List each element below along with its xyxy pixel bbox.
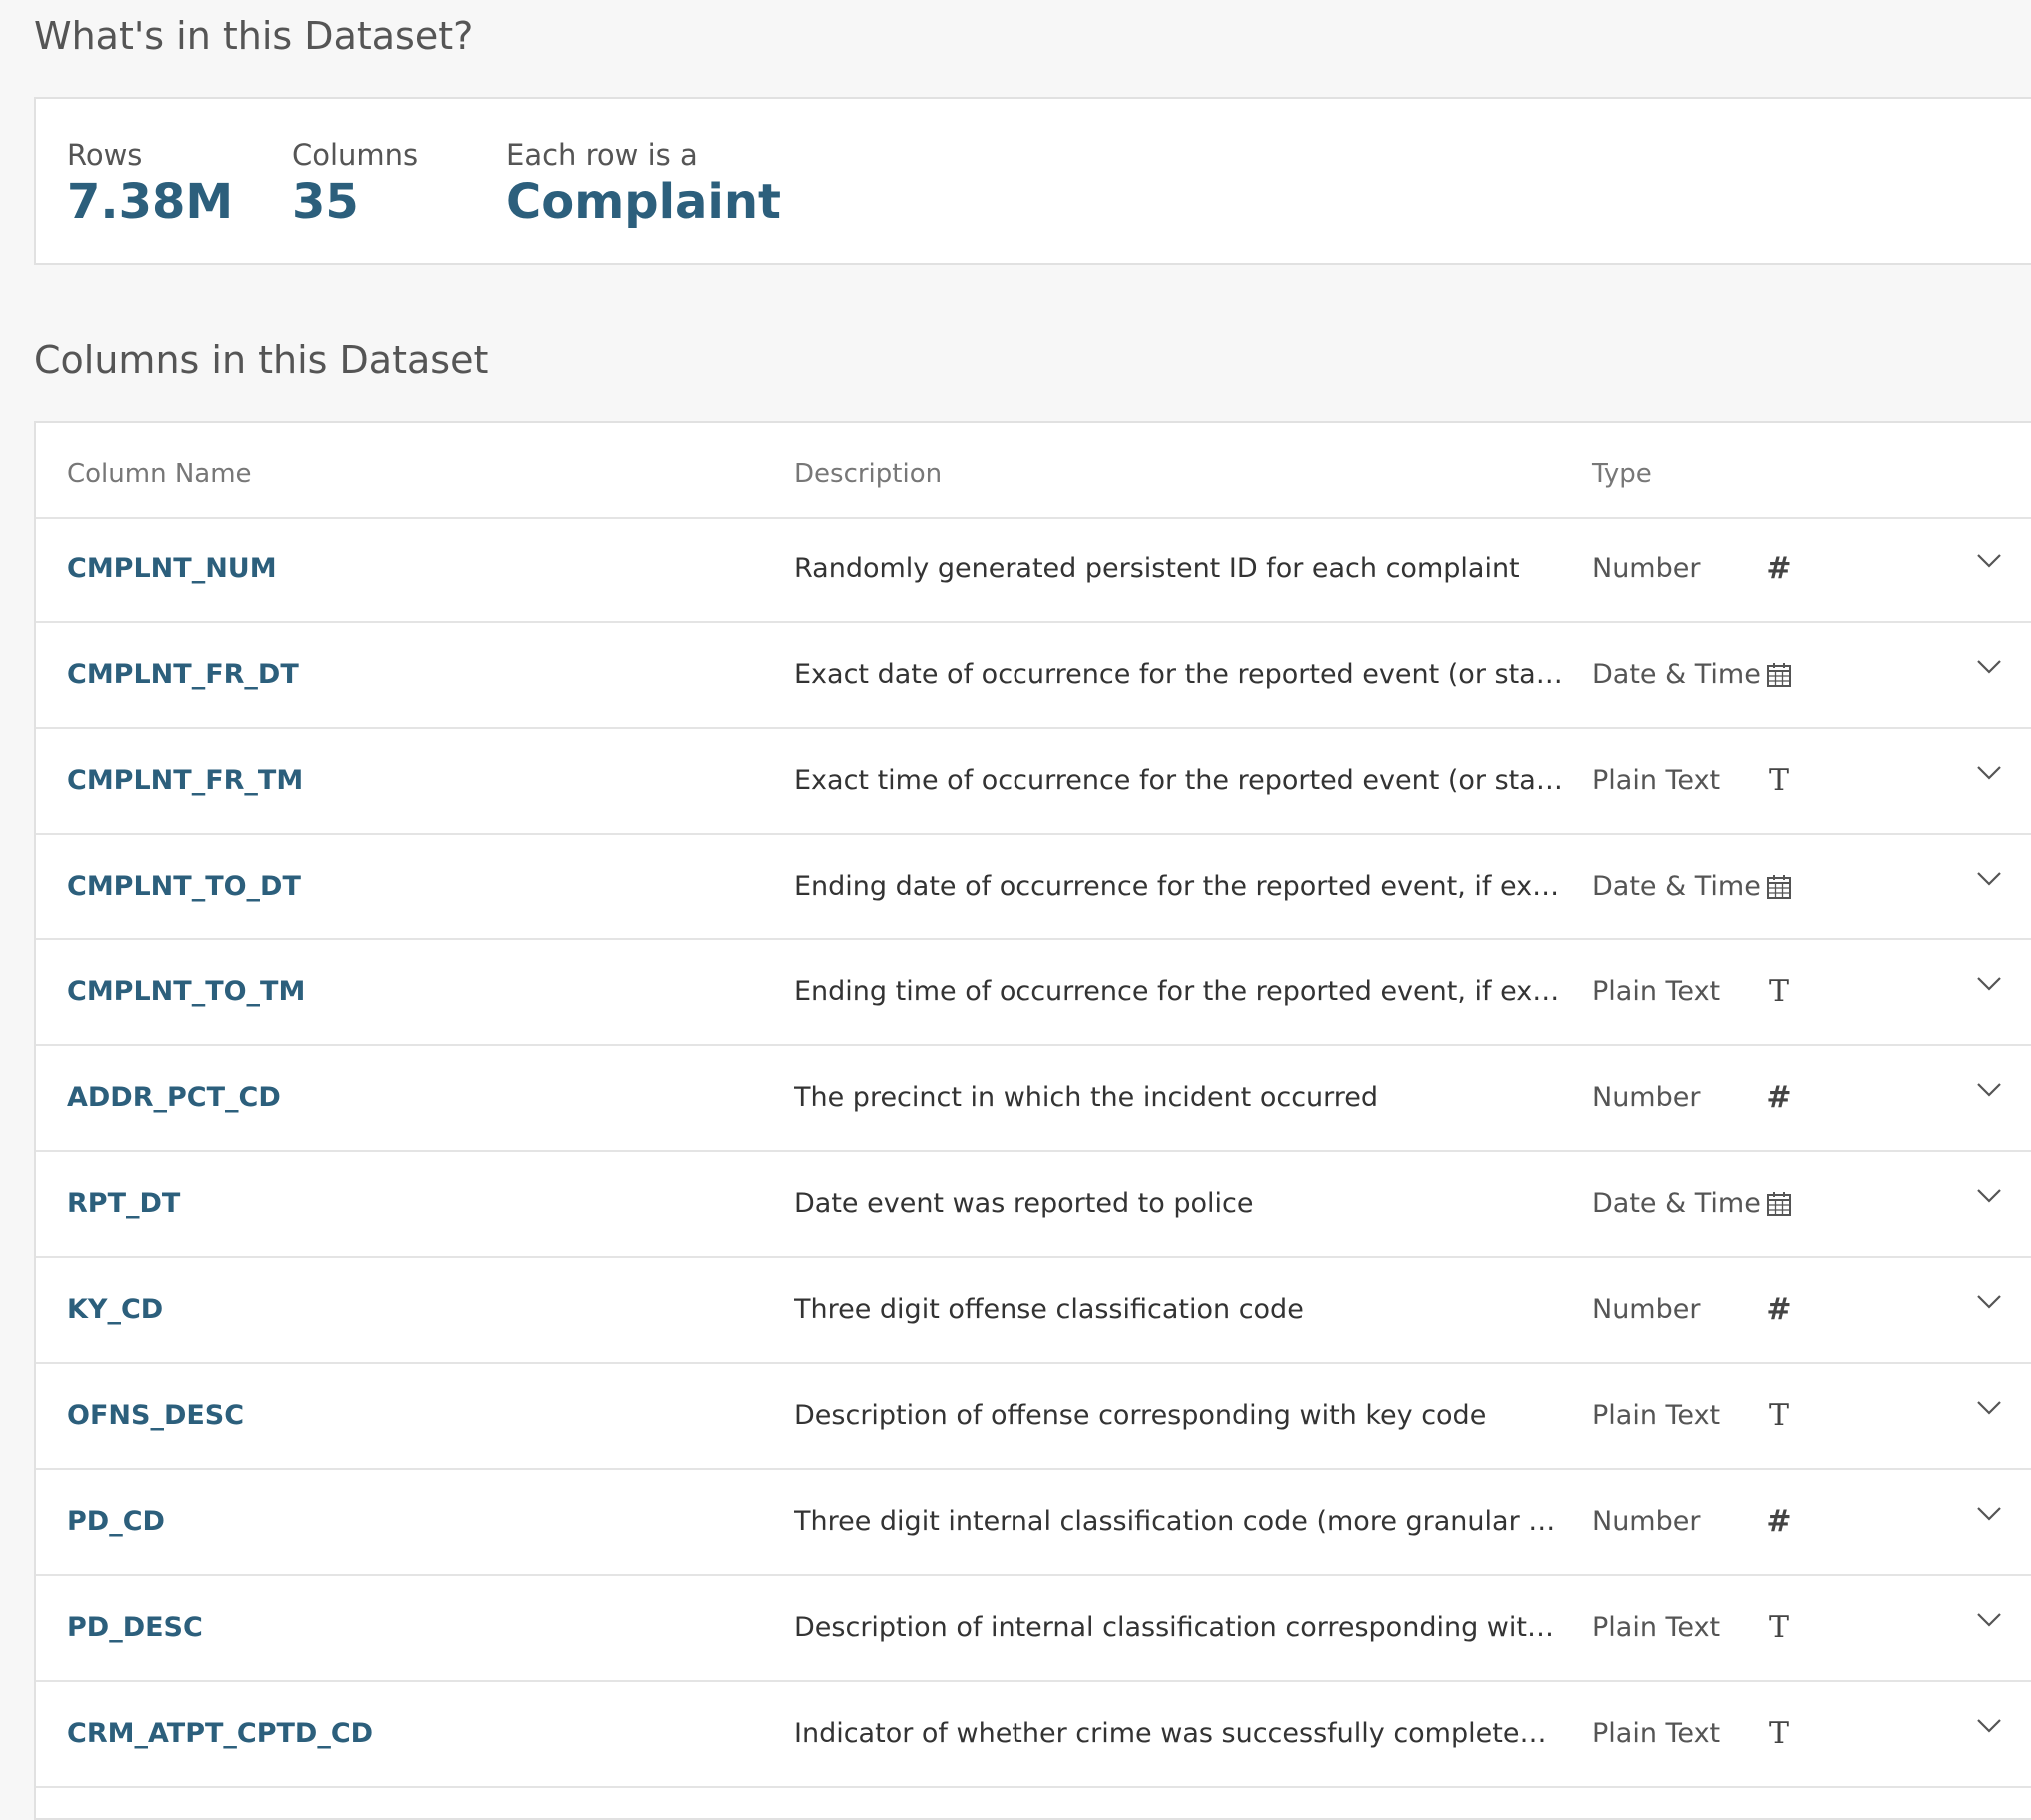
table-row[interactable]: ADDR_PCT_CD The precinct in which the inc… [36,1046,2031,1152]
column-type: Plain Text [1592,1612,1721,1643]
chevron-down-icon[interactable] [1971,649,2007,685]
number-icon: # [1766,1080,1792,1115]
column-description: Date event was reported to police [794,1188,1254,1219]
number-icon: # [1766,1504,1792,1539]
column-description: Ending date of occurrence for the report… [794,871,1563,902]
column-description: Randomly generated persistent ID for eac… [794,553,1520,584]
table-header: Column Name Description Type [36,423,2031,519]
text-icon: T [1768,1398,1789,1433]
dataset-summary-card: Rows 7.38M Columns 35 Each row is a Comp… [34,97,2031,265]
column-name[interactable]: CMPLNT_TO_DT [67,835,747,938]
calendar-icon [1763,659,1795,691]
row-kind-stat: Each row is a Complaint [506,137,781,231]
calendar-icon [1763,871,1795,903]
column-description: Description of internal classification c… [794,1612,1563,1643]
calendar-icon [1763,1188,1795,1220]
columns-section-title: Columns in this Dataset [34,338,489,382]
column-description: Description of offense corresponding wit… [794,1400,1487,1431]
rows-value: 7.38M [67,174,234,230]
table-row[interactable]: CMPLNT_FR_DT Exact date of occurrence for… [36,623,2031,729]
row-kind-label: Each row is a [506,138,698,172]
column-name[interactable]: KY_CD [67,1258,747,1362]
column-name[interactable]: PD_DESC [67,1576,747,1680]
column-type: Number [1592,553,1701,584]
chevron-down-icon[interactable] [1971,543,2007,579]
chevron-down-icon[interactable] [1971,966,2007,1002]
column-name[interactable]: CMPLNT_NUM [67,517,747,621]
table-body: CMPLNT_NUM Randomly generated persistent … [36,517,2031,1788]
number-icon: # [1766,1292,1792,1327]
column-name[interactable]: CRM_ATPT_CPTD_CD [67,1682,747,1786]
number-icon: # [1766,551,1792,586]
column-type: Number [1592,1294,1701,1325]
column-name-header: Column Name [67,459,252,489]
chevron-down-icon[interactable] [1971,1390,2007,1426]
table-row[interactable]: OFNS_DESC Description of offense correspo… [36,1364,2031,1470]
chevron-down-icon[interactable] [1971,1072,2007,1108]
rows-label: Rows [67,138,143,172]
chevron-down-icon[interactable] [1971,1602,2007,1638]
chevron-down-icon[interactable] [1971,861,2007,897]
column-description: Ending time of occurrence for the report… [794,976,1563,1007]
summary-section-title: What's in this Dataset? [34,14,474,58]
table-row[interactable]: PD_CD Three digit internal classification… [36,1470,2031,1576]
text-icon: T [1768,1610,1789,1645]
text-icon: T [1768,763,1789,798]
columns-table: Column Name Description Type CMPLNT_NUM R… [34,421,2031,1820]
type-header: Type [1592,459,1652,489]
column-name[interactable]: CMPLNT_FR_TM [67,729,747,833]
table-row[interactable]: CMPLNT_TO_TM Ending time of occurrence fo… [36,940,2031,1046]
chevron-down-icon[interactable] [1971,755,2007,791]
column-name[interactable]: CMPLNT_TO_TM [67,940,747,1044]
text-icon: T [1768,1716,1789,1751]
chevron-down-icon[interactable] [1971,1708,2007,1744]
column-description: Three digit internal classification code… [794,1506,1563,1537]
table-row[interactable]: CMPLNT_FR_TM Exact time of occurrence for… [36,729,2031,835]
text-icon: T [1768,974,1789,1009]
column-name[interactable]: RPT_DT [67,1152,747,1256]
column-description: Three digit offense classification code [794,1294,1304,1325]
table-row[interactable]: RPT_DT Date event was reported to police D… [36,1152,2031,1258]
description-header: Description [794,459,943,489]
rows-stat: Rows 7.38M [67,137,233,231]
column-name[interactable]: ADDR_PCT_CD [67,1046,747,1150]
column-type: Plain Text [1592,976,1721,1007]
column-type: Plain Text [1592,1718,1721,1749]
columns-label: Columns [292,138,419,172]
chevron-down-icon[interactable] [1971,1178,2007,1214]
column-description: Exact date of occurrence for the reporte… [794,659,1563,690]
table-row[interactable]: PD_DESC Description of internal classific… [36,1576,2031,1682]
column-type: Plain Text [1592,1400,1721,1431]
column-description: The precinct in which the incident occur… [794,1082,1379,1113]
column-name[interactable]: PD_CD [67,1470,747,1574]
columns-value: 35 [292,174,359,230]
chevron-down-icon[interactable] [1971,1496,2007,1532]
table-row[interactable]: CRM_ATPT_CPTD_CD Indicator of whether cri… [36,1682,2031,1788]
column-name[interactable]: OFNS_DESC [67,1364,747,1468]
columns-stat: Columns 35 [292,137,418,231]
column-type: Date & Time [1592,871,1761,902]
row-kind-value: Complaint [506,174,781,230]
dataset-overview-page: What's in this Dataset? Rows 7.38M Colum… [0,0,2031,1820]
column-type: Date & Time [1592,659,1761,690]
table-row[interactable]: CMPLNT_NUM Randomly generated persistent … [36,517,2031,623]
table-row[interactable]: KY_CD Three digit offense classification … [36,1258,2031,1364]
column-description: Exact time of occurrence for the reporte… [794,765,1563,796]
column-type: Number [1592,1082,1701,1113]
column-description: Indicator of whether crime was successfu… [794,1718,1563,1749]
column-type: Plain Text [1592,765,1721,796]
column-type: Date & Time [1592,1188,1761,1219]
column-type: Number [1592,1506,1701,1537]
table-row[interactable]: CMPLNT_TO_DT Ending date of occurrence fo… [36,835,2031,940]
column-name[interactable]: CMPLNT_FR_DT [67,623,747,727]
chevron-down-icon[interactable] [1971,1284,2007,1320]
